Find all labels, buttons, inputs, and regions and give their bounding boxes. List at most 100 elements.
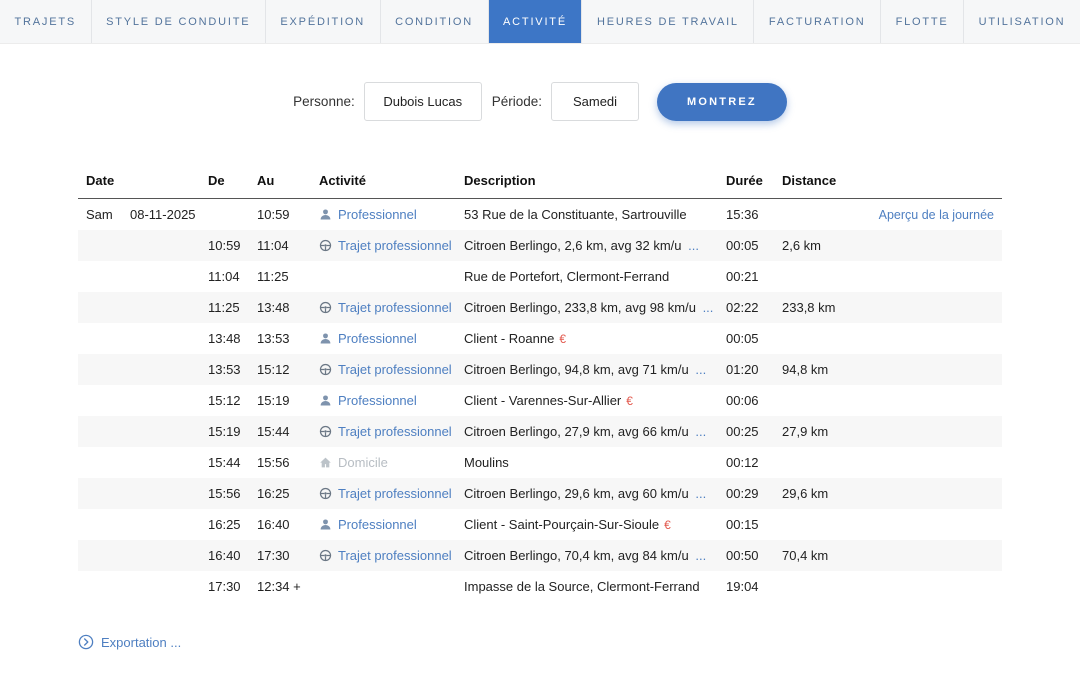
activity-link[interactable]: Trajet professionnel: [338, 238, 452, 253]
table-row: 10:59 11:04 Trajet professionnel Citroen…: [78, 230, 1002, 261]
row-description: Citroen Berlingo, 29,6 km, avg 60 km/u: [464, 486, 689, 501]
row-from: 17:30: [208, 579, 257, 594]
activity-link[interactable]: Trajet professionnel: [338, 486, 452, 501]
table-row: 15:56 16:25 Trajet professionnel Citroen…: [78, 478, 1002, 509]
tab-condition[interactable]: CONDITION: [380, 0, 488, 43]
row-description: Citroen Berlingo, 70,4 km, avg 84 km/u: [464, 548, 689, 563]
row-duration: 19:04: [726, 579, 782, 594]
row-to: 15:19: [257, 393, 319, 408]
steering-wheel-icon: [319, 487, 332, 500]
row-to: 10:59: [257, 207, 319, 222]
activity-link[interactable]: Trajet professionnel: [338, 300, 452, 315]
activity-link[interactable]: Professionnel: [338, 331, 417, 346]
description-more-link[interactable]: ...: [692, 424, 706, 439]
row-to: 11:04: [257, 238, 319, 253]
period-select[interactable]: Samedi: [551, 82, 639, 121]
row-from: 11:25: [208, 300, 257, 315]
tab-utilisation[interactable]: UTILISATION: [963, 0, 1080, 43]
tab-label: ACTIVITÉ: [503, 16, 567, 28]
activity-link[interactable]: Trajet professionnel: [338, 548, 452, 563]
row-activity-cell: Professionnel: [319, 517, 464, 532]
activity-link[interactable]: Trajet professionnel: [338, 424, 452, 439]
steering-wheel-icon: [319, 549, 332, 562]
table-row: 16:25 16:40 Professionnel Client - Saint…: [78, 509, 1002, 540]
steering-wheel-icon: [319, 425, 332, 438]
row-from: 13:53: [208, 362, 257, 377]
row-description-cell: 53 Rue de la Constituante, Sartrouville: [464, 207, 726, 222]
tab-activit-[interactable]: ACTIVITÉ: [488, 0, 582, 43]
steering-wheel-icon: [319, 239, 332, 252]
row-date-cell: [86, 455, 208, 470]
row-activity-cell: Professionnel: [319, 207, 464, 222]
table-row: 17:30 12:34 + Impasse de la Source, Cler…: [78, 571, 1002, 602]
row-description-cell: Citroen Berlingo, 29,6 km, avg 60 km/u .…: [464, 486, 726, 501]
euro-icon: €: [626, 394, 633, 408]
row-to: 13:53: [257, 331, 319, 346]
row-distance: 94,8 km: [782, 362, 862, 377]
row-description: Citroen Berlingo, 233,8 km, avg 98 km/u: [464, 300, 696, 315]
show-button[interactable]: MONTREZ: [657, 83, 787, 121]
row-activity-cell: Professionnel: [319, 331, 464, 346]
activity-link[interactable]: Trajet professionnel: [338, 362, 452, 377]
table-row: 15:44 15:56 Domicile Moulins 00:12: [78, 447, 1002, 478]
tab-bar: TRAJETS STYLE DE CONDUITE EXPÉDITION CON…: [0, 0, 1080, 44]
tab-heures-de-travail[interactable]: HEURES DE TRAVAIL: [581, 0, 753, 43]
row-description-cell: Citroen Berlingo, 2,6 km, avg 32 km/u ..…: [464, 238, 726, 253]
table-row: 13:53 15:12 Trajet professionnel Citroen…: [78, 354, 1002, 385]
table-row: 11:25 13:48 Trajet professionnel Citroen…: [78, 292, 1002, 323]
row-duration: 00:05: [726, 331, 782, 346]
col-header-spacer: [862, 173, 994, 188]
euro-icon: €: [559, 332, 566, 346]
person-icon: [319, 208, 332, 221]
tab-trajets[interactable]: TRAJETS: [0, 0, 91, 43]
row-duration: 00:50: [726, 548, 782, 563]
row-description-cell: Client - Saint-Pourçain-Sur-Sioule€: [464, 517, 726, 532]
row-date-cell: [86, 238, 208, 253]
row-duration: 00:06: [726, 393, 782, 408]
row-from: 15:19: [208, 424, 257, 439]
home-icon: [319, 456, 332, 469]
filter-bar: Personne: Dubois Lucas Période: Samedi M…: [0, 82, 1080, 121]
tab-flotte[interactable]: FLOTTE: [880, 0, 963, 43]
row-from: 15:56: [208, 486, 257, 501]
person-icon: [319, 332, 332, 345]
description-more-link[interactable]: ...: [692, 486, 706, 501]
row-date-cell: [86, 486, 208, 501]
row-description-cell: Client - Varennes-Sur-Allier€: [464, 393, 726, 408]
tab-style-de-conduite[interactable]: STYLE DE CONDUITE: [91, 0, 265, 43]
description-more-link[interactable]: ...: [685, 238, 699, 253]
row-description: Citroen Berlingo, 2,6 km, avg 32 km/u: [464, 238, 682, 253]
row-date-cell: [86, 331, 208, 346]
description-more-link[interactable]: ...: [699, 300, 713, 315]
description-more-link[interactable]: ...: [692, 362, 706, 377]
table-row: 13:48 13:53 Professionnel Client - Roann…: [78, 323, 1002, 354]
activity-link[interactable]: Domicile: [338, 455, 388, 470]
row-description: Client - Roanne: [464, 331, 554, 346]
row-date-cell: [86, 424, 208, 439]
row-duration: 00:21: [726, 269, 782, 284]
activity-link[interactable]: Professionnel: [338, 517, 417, 532]
row-duration: 01:20: [726, 362, 782, 377]
row-description: Impasse de la Source, Clermont-Ferrand: [464, 579, 700, 594]
row-description-cell: Moulins: [464, 455, 726, 470]
row-description-cell: Citroen Berlingo, 27,9 km, avg 66 km/u .…: [464, 424, 726, 439]
circle-arrow-right-icon: [78, 634, 94, 650]
row-activity-cell: Professionnel: [319, 393, 464, 408]
description-more-link[interactable]: ...: [692, 548, 706, 563]
person-select[interactable]: Dubois Lucas: [364, 82, 482, 121]
row-duration: 00:25: [726, 424, 782, 439]
day-overview-link[interactable]: Aperçu de la journée: [879, 208, 994, 222]
activity-link[interactable]: Professionnel: [338, 207, 417, 222]
steering-wheel-icon: [319, 363, 332, 376]
row-description: 53 Rue de la Constituante, Sartrouville: [464, 207, 687, 222]
row-description: Moulins: [464, 455, 509, 470]
row-description: Rue de Portefort, Clermont-Ferrand: [464, 269, 669, 284]
row-description-cell: Citroen Berlingo, 70,4 km, avg 84 km/u .…: [464, 548, 726, 563]
row-to: 17:30: [257, 548, 319, 563]
tab-facturation[interactable]: FACTURATION: [753, 0, 880, 43]
activity-link[interactable]: Professionnel: [338, 393, 417, 408]
table-row: 15:19 15:44 Trajet professionnel Citroen…: [78, 416, 1002, 447]
export-link[interactable]: Exportation ...: [78, 634, 181, 650]
activity-table: Date De Au Activité Description Durée Di…: [78, 165, 1002, 602]
tab-exp-dition[interactable]: EXPÉDITION: [265, 0, 380, 43]
